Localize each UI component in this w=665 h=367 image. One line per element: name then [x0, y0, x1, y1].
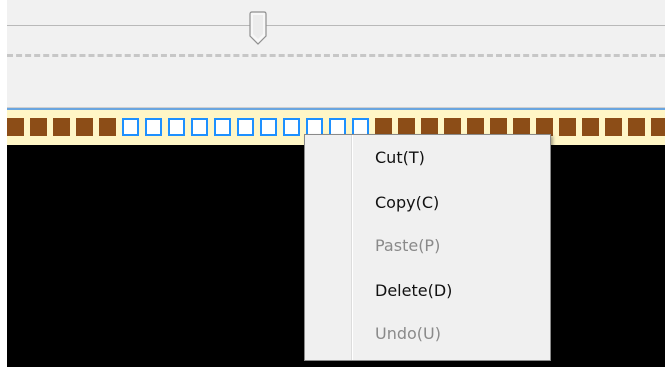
context-menu[interactable]: Cut(T) Copy(C) Paste(P) Delete(D) Undo(U…	[304, 134, 551, 361]
frame-cell-selected[interactable]	[145, 118, 162, 136]
app-window: Cut(T) Copy(C) Paste(P) Delete(D) Undo(U…	[0, 0, 665, 367]
menu-item-paste: Paste(P)	[375, 236, 441, 255]
frame-cell[interactable]	[76, 118, 93, 136]
frame-cell-selected[interactable]	[237, 118, 254, 136]
frame-cell[interactable]	[99, 118, 116, 136]
frame-cell[interactable]	[605, 118, 622, 136]
frame-cell-selected[interactable]	[283, 118, 300, 136]
frame-cell[interactable]	[559, 118, 576, 136]
frame-cell-selected[interactable]	[214, 118, 231, 136]
frame-cell[interactable]	[30, 118, 47, 136]
frame-cell[interactable]	[582, 118, 599, 136]
frame-cell-selected[interactable]	[260, 118, 277, 136]
timeline-ruler	[7, 54, 665, 57]
slider-thumb-icon	[249, 11, 267, 45]
frame-cell[interactable]	[7, 118, 24, 136]
slider-track[interactable]	[7, 25, 665, 26]
menu-item-cut[interactable]: Cut(T)	[375, 148, 545, 168]
slider-panel	[7, 0, 665, 108]
frame-cell[interactable]	[628, 118, 645, 136]
frame-cell-selected[interactable]	[168, 118, 185, 136]
frame-cell[interactable]	[53, 118, 70, 136]
menu-item-copy[interactable]: Copy(C)	[375, 193, 545, 213]
frame-cell-selected[interactable]	[122, 118, 139, 136]
menu-item-undo: Undo(U)	[375, 324, 441, 343]
menu-item-delete[interactable]: Delete(D)	[375, 281, 545, 301]
frame-cell-selected[interactable]	[191, 118, 208, 136]
slider-thumb[interactable]	[248, 10, 268, 48]
menu-gutter-separator	[351, 135, 353, 360]
frame-cell[interactable]	[651, 118, 665, 136]
